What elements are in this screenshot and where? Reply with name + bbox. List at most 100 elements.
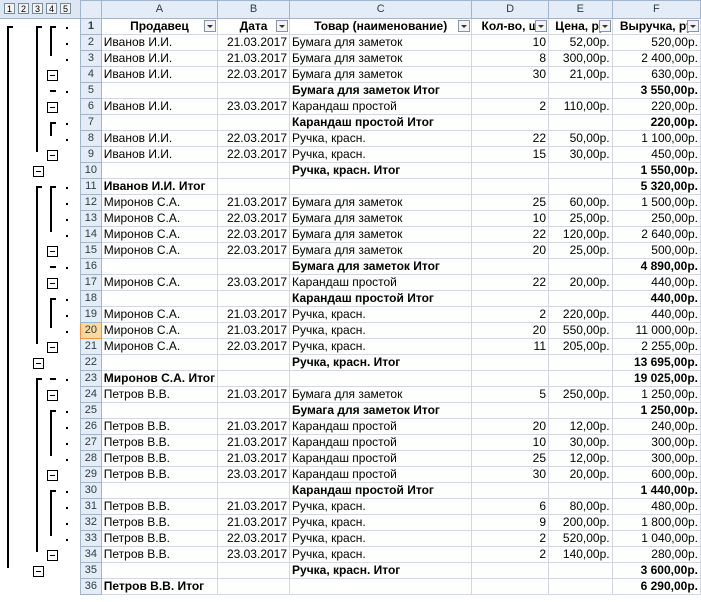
seller-cell[interactable]: Иванов И.И. <box>100 50 219 67</box>
row-header[interactable]: 7 <box>80 114 102 131</box>
date-cell[interactable]: 21.03.2017 <box>217 306 291 323</box>
quantity-cell[interactable]: 25 <box>471 450 549 467</box>
revenue-cell[interactable]: 250,00р. <box>611 210 701 227</box>
product-cell[interactable]: Бумага для заметок <box>289 50 473 67</box>
seller-cell[interactable]: Миронов С.А. <box>100 338 219 355</box>
quantity-cell[interactable] <box>471 178 549 195</box>
quantity-cell[interactable] <box>471 162 549 179</box>
revenue-cell[interactable]: 1 100,00р. <box>611 130 701 147</box>
row-header[interactable]: 2 <box>80 34 102 51</box>
seller-cell[interactable]: Петров В.В. <box>100 514 219 531</box>
collapse-group-button[interactable] <box>47 342 58 353</box>
seller-cell[interactable] <box>100 562 219 579</box>
seller-cell[interactable]: Миронов С.А. <box>100 226 219 243</box>
quantity-cell[interactable]: 22 <box>471 226 549 243</box>
price-cell[interactable] <box>548 562 613 579</box>
revenue-cell[interactable]: 6 290,00р. <box>611 578 701 595</box>
date-cell[interactable]: 22.03.2017 <box>217 242 291 259</box>
revenue-cell[interactable]: 520,00р. <box>611 34 701 51</box>
seller-cell[interactable]: Иванов И.И. <box>100 146 219 163</box>
collapse-group-button[interactable] <box>33 566 44 577</box>
revenue-cell[interactable]: 1 500,00р. <box>611 194 701 211</box>
product-cell[interactable]: Карандаш простой Итог <box>289 290 473 307</box>
row-header[interactable]: 34 <box>80 546 102 563</box>
row-header[interactable]: 4 <box>80 66 102 83</box>
quantity-cell[interactable] <box>471 82 549 99</box>
revenue-cell[interactable]: 19 025,00р. <box>611 370 701 387</box>
revenue-cell[interactable]: 3 550,00р. <box>611 82 701 99</box>
revenue-cell[interactable]: 1 040,00р. <box>611 530 701 547</box>
seller-cell[interactable] <box>100 482 219 499</box>
column-header-b[interactable]: B <box>217 0 291 19</box>
product-cell[interactable]: Карандаш простой <box>289 418 473 435</box>
collapse-group-button[interactable] <box>47 150 58 161</box>
revenue-cell[interactable]: 3 600,00р. <box>611 562 701 579</box>
row-header[interactable]: 29 <box>80 466 102 483</box>
outline-level-1-button[interactable]: 1 <box>4 3 15 14</box>
date-cell[interactable]: 21.03.2017 <box>217 498 291 515</box>
revenue-cell[interactable]: 1 250,00р. <box>611 402 701 419</box>
price-cell[interactable] <box>548 370 613 387</box>
field-header-quantity[interactable]: Кол-во, ш <box>471 18 549 35</box>
row-header[interactable]: 23 <box>80 370 102 387</box>
seller-cell[interactable]: Петров В.В. <box>100 466 219 483</box>
seller-cell[interactable] <box>100 258 219 275</box>
date-cell[interactable]: 21.03.2017 <box>217 418 291 435</box>
filter-dropdown-icon[interactable] <box>458 20 471 32</box>
collapse-group-button[interactable] <box>47 470 58 481</box>
product-cell[interactable]: Бумага для заметок Итог <box>289 82 473 99</box>
row-header[interactable]: 20 <box>80 322 102 339</box>
seller-cell[interactable]: Миронов С.А. <box>100 194 219 211</box>
seller-cell[interactable]: Иванов И.И. <box>100 34 219 51</box>
revenue-cell[interactable]: 450,00р. <box>611 146 701 163</box>
revenue-cell[interactable]: 4 890,00р. <box>611 258 701 275</box>
price-cell[interactable] <box>548 258 613 275</box>
quantity-cell[interactable]: 10 <box>471 34 549 51</box>
product-cell[interactable]: Ручка, красн. <box>289 546 473 563</box>
quantity-cell[interactable]: 20 <box>471 242 549 259</box>
date-cell[interactable]: 22.03.2017 <box>217 226 291 243</box>
price-cell[interactable]: 20,00р. <box>548 274 613 291</box>
seller-cell[interactable]: Иванов И.И. <box>100 66 219 83</box>
seller-cell[interactable]: Петров В.В. <box>100 418 219 435</box>
date-cell[interactable]: 21.03.2017 <box>217 450 291 467</box>
date-cell[interactable]: 21.03.2017 <box>217 322 291 339</box>
revenue-cell[interactable]: 280,00р. <box>611 546 701 563</box>
column-header-d[interactable]: D <box>471 0 549 19</box>
row-header[interactable]: 28 <box>80 450 102 467</box>
quantity-cell[interactable]: 22 <box>471 274 549 291</box>
field-header-price[interactable]: Цена, ру <box>548 18 613 35</box>
revenue-cell[interactable]: 300,00р. <box>611 450 701 467</box>
seller-cell[interactable] <box>100 290 219 307</box>
price-cell[interactable]: 52,00р. <box>548 34 613 51</box>
seller-cell[interactable]: Петров В.В. <box>100 434 219 451</box>
revenue-cell[interactable]: 240,00р. <box>611 418 701 435</box>
date-cell[interactable]: 23.03.2017 <box>217 274 291 291</box>
collapse-group-button[interactable] <box>47 390 58 401</box>
price-cell[interactable] <box>548 178 613 195</box>
quantity-cell[interactable] <box>471 562 549 579</box>
quantity-cell[interactable] <box>471 290 549 307</box>
price-cell[interactable]: 12,00р. <box>548 450 613 467</box>
price-cell[interactable]: 12,00р. <box>548 418 613 435</box>
revenue-cell[interactable]: 1 250,00р. <box>611 386 701 403</box>
revenue-cell[interactable]: 2 400,00р. <box>611 50 701 67</box>
product-cell[interactable]: Карандаш простой <box>289 466 473 483</box>
seller-cell[interactable]: Петров В.В. <box>100 546 219 563</box>
row-header[interactable]: 21 <box>80 338 102 355</box>
product-cell[interactable]: Ручка, красн. <box>289 530 473 547</box>
date-cell[interactable]: 21.03.2017 <box>217 34 291 51</box>
collapse-group-button[interactable] <box>47 246 58 257</box>
date-cell[interactable]: 21.03.2017 <box>217 386 291 403</box>
price-cell[interactable]: 205,00р. <box>548 338 613 355</box>
product-cell[interactable]: Ручка, красн. <box>289 498 473 515</box>
seller-cell[interactable] <box>100 162 219 179</box>
revenue-cell[interactable]: 1 440,00р. <box>611 482 701 499</box>
quantity-cell[interactable]: 6 <box>471 498 549 515</box>
column-header-a[interactable]: A <box>100 0 219 19</box>
quantity-cell[interactable]: 5 <box>471 386 549 403</box>
outline-level-5-button[interactable]: 5 <box>60 3 71 14</box>
quantity-cell[interactable]: 30 <box>471 466 549 483</box>
quantity-cell[interactable]: 25 <box>471 194 549 211</box>
price-cell[interactable] <box>548 114 613 131</box>
